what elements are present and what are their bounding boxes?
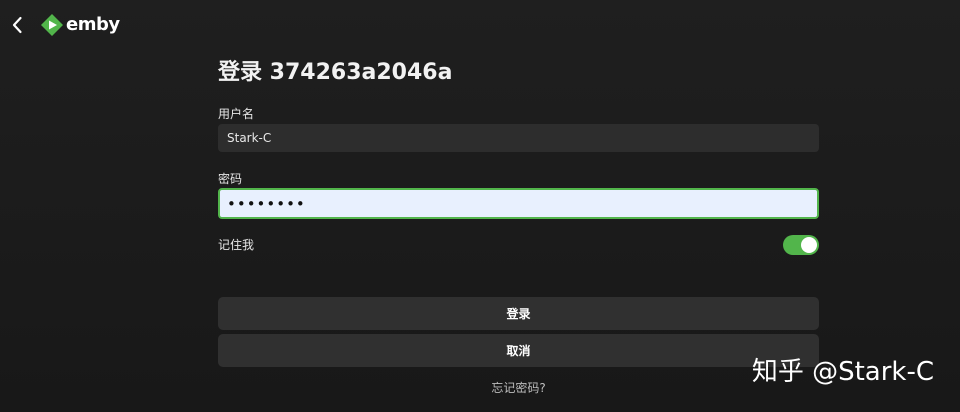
toggle-knob bbox=[801, 237, 817, 253]
remember-me-label: 记住我 bbox=[218, 238, 255, 252]
page-title: 登录 374263a2046a bbox=[218, 60, 453, 85]
username-value: Stark-C bbox=[227, 131, 272, 145]
remember-me-toggle[interactable] bbox=[783, 235, 819, 255]
password-value: •••••••• bbox=[227, 194, 306, 213]
brand-name: emby bbox=[66, 14, 120, 35]
password-input[interactable]: •••••••• bbox=[218, 188, 819, 219]
cancel-button[interactable]: 取消 bbox=[218, 334, 819, 367]
username-input[interactable]: Stark-C bbox=[218, 124, 819, 152]
emby-logo-icon bbox=[41, 14, 63, 36]
password-label: 密码 bbox=[218, 172, 243, 186]
username-label: 用户名 bbox=[218, 107, 255, 121]
emby-logo[interactable]: emby bbox=[40, 13, 120, 37]
back-button[interactable] bbox=[6, 12, 28, 38]
chevron-left-icon bbox=[12, 16, 22, 34]
watermark: 知乎 @Stark-C bbox=[751, 357, 934, 387]
login-button[interactable]: 登录 bbox=[218, 297, 819, 330]
top-bar: emby bbox=[0, 0, 960, 50]
login-page: emby 登录 374263a2046a 用户名 Stark-C 密码 ••••… bbox=[0, 0, 960, 412]
forgot-password-link[interactable]: 忘记密码? bbox=[218, 380, 819, 396]
